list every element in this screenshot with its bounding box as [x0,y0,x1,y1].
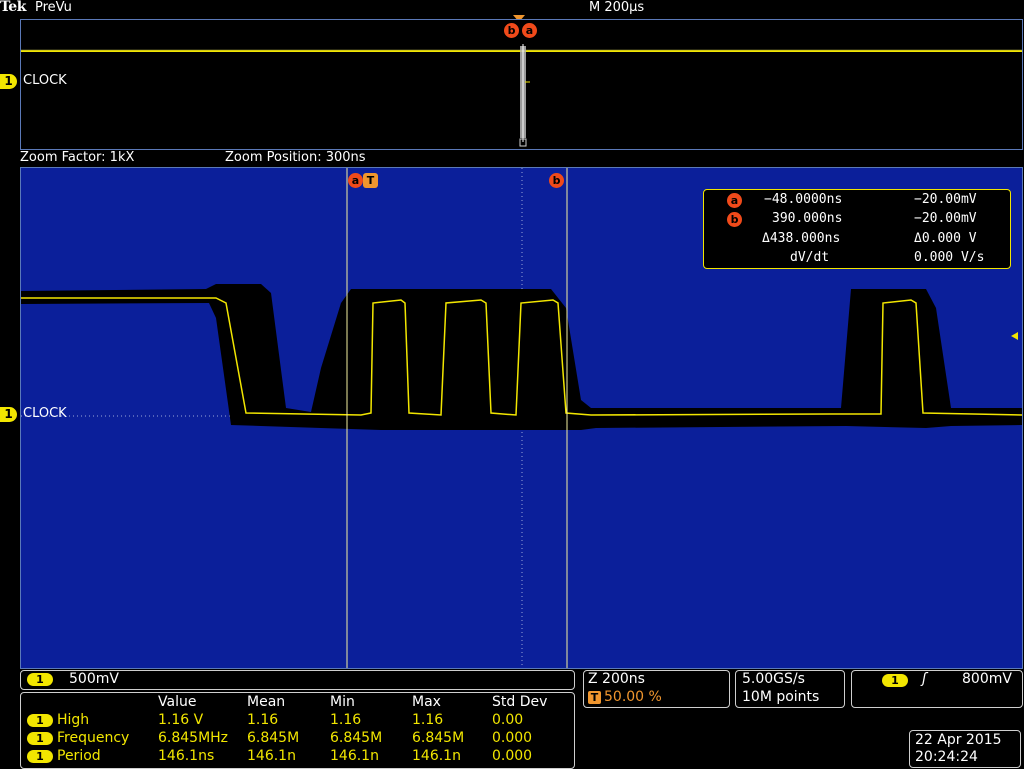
readout-a-badge: a [727,193,742,208]
measurements-panel[interactable]: Value Mean Min Max Std Dev 1 High 1.16 V… [20,692,575,769]
readout-b-badge: b [727,212,742,227]
overview-trace [21,44,1022,147]
cursor-b-badge[interactable]: b [549,173,564,188]
cursor-b-voltage: −20.00mV [914,211,977,226]
main-channel1-marker[interactable]: 1 [0,407,17,422]
zoom-info-bar: Zoom Factor: 1kX Zoom Position: 300ns [20,150,1020,166]
meas-header-max: Max [412,694,441,710]
meas-mean: 1.16 [247,712,279,728]
date: 22 Apr 2015 [915,732,1002,748]
meas-min: 1.16 [330,712,362,728]
vertical-scale-value: 500mV [69,671,119,687]
zoom-position: Zoom Position: 300ns [225,150,366,165]
vertical-scale-box[interactable]: 1 500mV [20,670,575,690]
meas-stddev: 0.00 [492,712,524,728]
overview-channel1-marker[interactable]: 1 [0,74,17,89]
overview-window[interactable]: b a [20,19,1023,150]
meas-stddev: 0.000 [492,748,533,764]
sample-rate: 5.00GS/s [742,671,805,687]
overview-cursor-b-badge[interactable]: b [504,23,519,38]
timebase-readout: M 200µs [589,0,645,15]
trigger-position-percent: 50.00 % [604,689,662,705]
sampling-box[interactable]: 5.00GS/s 10M points [735,670,845,708]
time: 20:24:24 [915,749,978,765]
meas-stddev: 0.000 [492,730,533,746]
meas-max: 146.1n [412,748,461,764]
meas-min: 146.1n [330,748,379,764]
vertical-channel-badge: 1 [27,673,53,686]
cursor-a-badge[interactable]: a [348,173,363,188]
meas-min: 6.845M [330,730,383,746]
overview-channel1-label: CLOCK [23,73,67,88]
meas-max: 1.16 [412,712,444,728]
meas-value: 1.16 V [158,712,204,728]
cursor-a-voltage: −20.00mV [914,192,977,207]
meas-row-channel-badge: 1 [27,750,53,763]
meas-row-channel-badge: 1 [27,732,53,745]
cursor-delta-time: Δ438.000ns [762,231,841,246]
meas-header-mean: Mean [247,694,286,710]
cursor-readout-panel: a −48.0000ns −20.00mV b 390.000ns −20.00… [703,189,1011,269]
meas-name-frequency: Frequency [57,730,130,746]
zoom-factor: Zoom Factor: 1kX [20,150,135,165]
overview-cursor-a-badge[interactable]: a [522,23,537,38]
top-status-bar: Tek PreVu M 200µs [0,0,1024,16]
dvdt-label: dV/dt [790,250,830,265]
datetime-box: 22 Apr 2015 20:24:24 [909,730,1021,768]
trigger-level: 800mV [962,671,1012,687]
record-length: 10M points [742,689,820,705]
zoom-horizontal-box[interactable]: Z 200ns T 50.00 % [583,670,730,708]
meas-value: 146.1ns [158,748,215,764]
cursor-a-time: −48.0000ns [764,192,843,207]
trigger-box[interactable]: 1 ʃ 800mV [851,670,1023,708]
meas-name-high: High [57,712,90,728]
meas-header-min: Min [330,694,355,710]
cursor-delta-voltage: Δ0.000 V [914,231,977,246]
cursor-level-arrow [1011,332,1018,340]
dvdt-value: 0.000 V/s [914,250,985,265]
rising-edge-icon: ʃ [922,671,927,687]
meas-mean: 6.845M [247,730,300,746]
meas-mean: 146.1n [247,748,296,764]
meas-row-channel-badge: 1 [27,714,53,727]
trigger-t-badge: T [363,173,378,188]
meas-name-period: Period [57,748,101,764]
meas-header-stddev: Std Dev [492,694,548,710]
trigger-channel-badge: 1 [882,674,908,687]
meas-value: 6.845MHz [158,730,229,746]
cursor-b-time: 390.000ns [772,211,843,226]
acquisition-status: PreVu [35,0,72,15]
trigger-position-badge: T [588,691,601,704]
zoom-scale: Z 200ns [588,671,645,687]
brand-logo: Tek [0,0,26,15]
main-channel1-label: CLOCK [23,406,67,421]
meas-header-value: Value [158,694,197,710]
meas-max: 6.845M [412,730,465,746]
